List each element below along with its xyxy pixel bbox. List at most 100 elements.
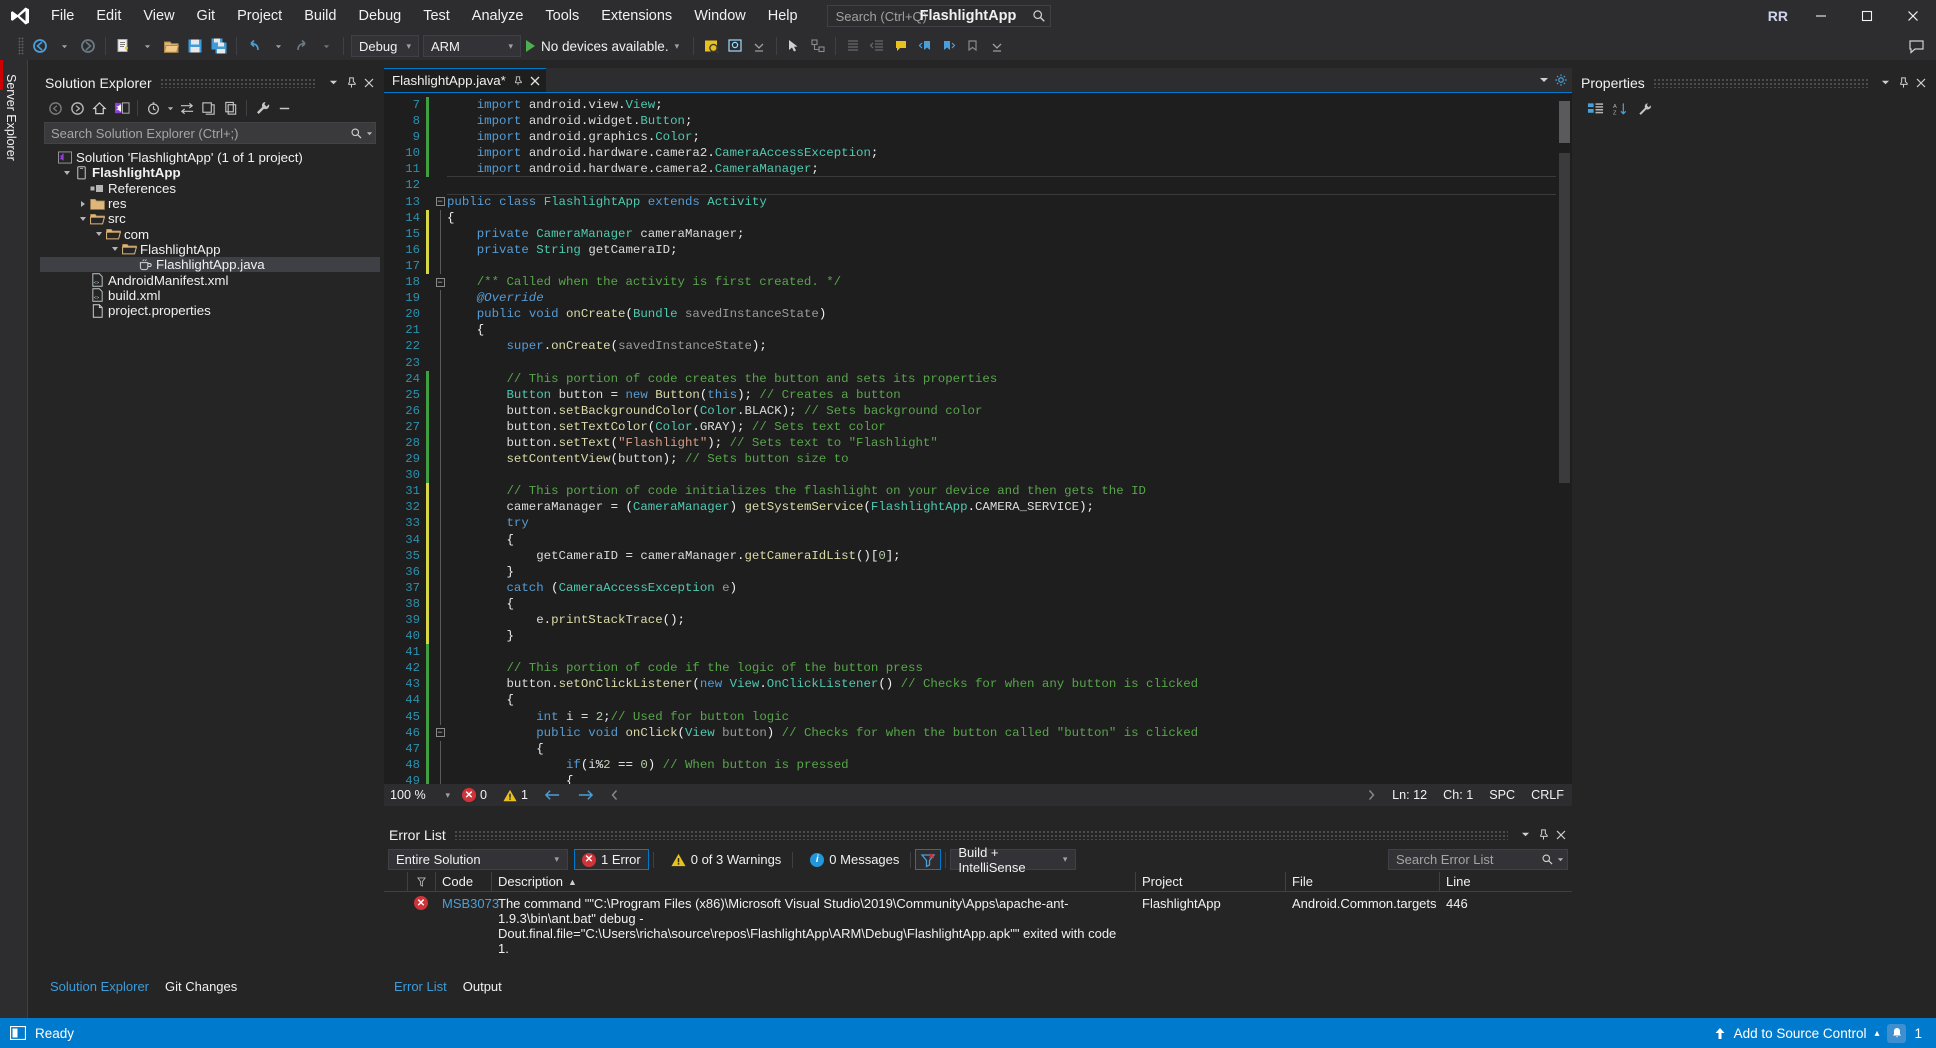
add-to-source-control-button[interactable]: Add to Source Control <box>1734 1026 1867 1041</box>
editor-hscroll-left[interactable] <box>602 789 628 801</box>
tabstrip-dropdown-icon[interactable] <box>1539 75 1549 85</box>
menu-edit[interactable]: Edit <box>85 0 132 32</box>
properties-drag-dots[interactable] <box>1653 78 1868 88</box>
properties-wrench-icon[interactable] <box>252 98 273 119</box>
source-code-text[interactable]: import android.view.View; import android… <box>447 93 1572 784</box>
code-line[interactable]: { <box>447 532 1572 548</box>
code-line[interactable]: { <box>447 322 1572 338</box>
column-header-line[interactable]: Line <box>1440 872 1500 892</box>
code-line[interactable]: button.setOnClickListener(new View.OnCli… <box>447 676 1572 692</box>
menu-view[interactable]: View <box>132 0 185 32</box>
error-list-drag-dots[interactable] <box>454 830 1508 840</box>
menu-file[interactable]: File <box>40 0 85 32</box>
outdent-button[interactable] <box>865 34 889 58</box>
redo-button[interactable] <box>290 34 314 58</box>
menu-git[interactable]: Git <box>186 0 227 32</box>
footer-tab-git-changes[interactable]: Git Changes <box>157 977 245 997</box>
minimize-button[interactable] <box>1798 0 1844 32</box>
editor-hscroll-right[interactable] <box>1358 789 1384 801</box>
column-header-gutter[interactable] <box>384 872 408 892</box>
column-header-code[interactable]: Code <box>436 872 492 892</box>
toolbar-comment-button[interactable] <box>889 34 913 58</box>
code-line[interactable] <box>447 177 1572 193</box>
se-search-dropdown-icon[interactable] <box>363 130 373 137</box>
clear-filter-button[interactable] <box>915 849 941 870</box>
warnings-filter-button[interactable]: 0 of 3 Warnings <box>664 849 789 870</box>
code-line[interactable]: import android.widget.Button; <box>447 113 1572 129</box>
error-list-pin-icon[interactable] <box>1534 826 1552 844</box>
code-line[interactable]: // This portion of code initializes the … <box>447 483 1572 499</box>
close-button[interactable] <box>1890 0 1936 32</box>
menu-extensions[interactable]: Extensions <box>590 0 683 32</box>
footer-tab-solution-explorer[interactable]: Solution Explorer <box>42 977 157 997</box>
chevron-down-icon-3[interactable]: ▾ <box>669 41 686 52</box>
error-scope-combo[interactable]: Entire Solution ▾ <box>388 849 568 870</box>
code-line[interactable]: public void onCreate(Bundle savedInstanc… <box>447 306 1572 322</box>
code-line[interactable]: // This portion of code if the logic of … <box>447 660 1572 676</box>
notifications-badge[interactable] <box>1887 1024 1906 1043</box>
toolbar-options-chevron[interactable] <box>985 34 1009 58</box>
bookmark-prev-button[interactable] <box>913 34 937 58</box>
tree-item-project-properties[interactable]: project.properties <box>40 303 380 318</box>
menu-debug[interactable]: Debug <box>347 0 412 32</box>
code-line[interactable] <box>447 644 1572 660</box>
solution-tree[interactable]: Solution 'FlashlightApp' (1 of 1 project… <box>40 148 380 976</box>
save-button[interactable] <box>183 34 207 58</box>
code-line[interactable]: { <box>447 692 1572 708</box>
code-line[interactable]: import android.view.View; <box>447 97 1572 113</box>
error-list-dropdown-icon[interactable] <box>1516 826 1534 844</box>
live-visual-tree-button[interactable] <box>806 34 830 58</box>
redo-dropdown[interactable] <box>314 34 338 58</box>
code-line[interactable]: private CameraManager cameraManager; <box>447 226 1572 242</box>
tree-item-flashlightapp[interactable]: FlashlightApp <box>40 242 380 257</box>
account-avatar[interactable]: RR <box>1758 8 1798 24</box>
code-line[interactable]: try <box>447 515 1572 531</box>
solution-configuration-combo[interactable]: Debug ▾ <box>351 35 419 57</box>
properties-dropdown-icon[interactable] <box>1876 74 1894 92</box>
toolbar-grip[interactable] <box>18 37 24 55</box>
tree-item-src[interactable]: src <box>40 211 380 226</box>
solution-explorer-search-input[interactable]: Search Solution Explorer (Ctrl+;) <box>44 122 376 144</box>
code-line[interactable]: if(i%2 == 0) // When button is pressed <box>447 757 1572 773</box>
pane-dropdown-icon[interactable] <box>324 74 342 92</box>
collapse-region-icon[interactable]: − <box>433 725 447 741</box>
error-search-dropdown-icon[interactable] <box>1554 856 1564 863</box>
code-line[interactable] <box>447 258 1572 274</box>
alphabetical-sort-icon[interactable]: AZ <box>1609 98 1631 120</box>
column-header-description[interactable]: Description ▲ <box>492 872 1136 892</box>
clear-bookmarks-button[interactable] <box>961 34 985 58</box>
collapse-region-icon[interactable]: − <box>433 194 447 210</box>
expand-chevron-down-icon[interactable] <box>92 232 105 236</box>
menu-build[interactable]: Build <box>293 0 347 32</box>
code-line[interactable]: button.setText("Flashlight"); // Sets te… <box>447 435 1572 451</box>
scrollbar-thumb[interactable] <box>1559 101 1570 143</box>
code-line[interactable]: // This portion of code creates the butt… <box>447 371 1572 387</box>
editor-spaces-indicator[interactable]: SPC <box>1481 788 1523 802</box>
code-line[interactable]: super.onCreate(savedInstanceState); <box>447 338 1572 354</box>
tree-item-build-xml[interactable]: <>build.xml <box>40 288 380 303</box>
tree-item-flashlightapp[interactable]: FlashlightApp <box>40 165 380 180</box>
pending-changes-icon[interactable] <box>143 98 164 119</box>
refresh-icon[interactable] <box>198 98 219 119</box>
code-line[interactable]: e.printStackTrace(); <box>447 612 1572 628</box>
code-line[interactable] <box>447 467 1572 483</box>
android-device-manager-button[interactable] <box>723 34 747 58</box>
pending-changes-dropdown-icon[interactable] <box>165 98 175 119</box>
editor-next-issue-button[interactable] <box>569 789 602 801</box>
code-line[interactable]: button.setBackgroundColor(Color.BLACK); … <box>447 403 1572 419</box>
menu-test[interactable]: Test <box>412 0 461 32</box>
tree-item-com[interactable]: com <box>40 226 380 241</box>
navigate-back-icon[interactable] <box>45 98 66 119</box>
editor-vertical-scrollbar[interactable] <box>1556 93 1572 784</box>
tabstrip-settings-icon[interactable] <box>1554 73 1568 87</box>
column-header-project[interactable]: Project <box>1136 872 1286 892</box>
source-control-chevron-icon[interactable]: ▴ <box>1874 1028 1879 1039</box>
code-line[interactable]: public void onClick(View button) // Chec… <box>447 725 1572 741</box>
error-list-search-input[interactable]: Search Error List <box>1388 849 1568 870</box>
solution-platform-combo[interactable]: ARM ▾ <box>423 35 521 57</box>
open-file-button[interactable] <box>159 34 183 58</box>
expand-chevron-down-icon[interactable] <box>76 217 89 221</box>
expand-chevron-right-icon[interactable] <box>76 201 89 207</box>
start-debug-button[interactable]: No devices available. ▾ <box>523 34 688 58</box>
search-icon-se[interactable] <box>350 127 363 140</box>
